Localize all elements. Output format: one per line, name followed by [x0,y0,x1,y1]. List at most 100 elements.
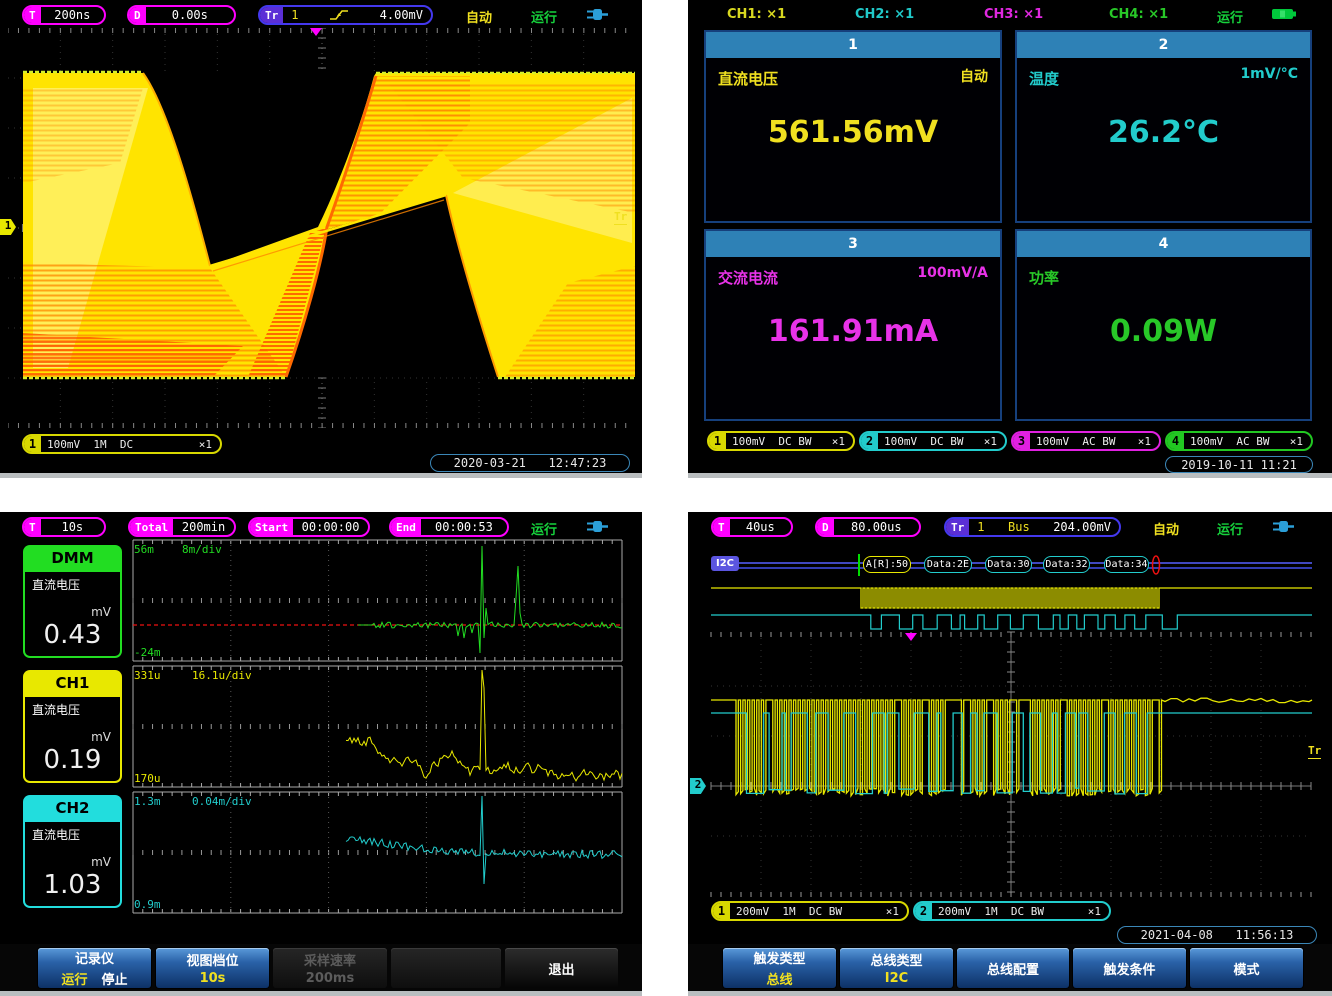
bus-type-badge[interactable]: I2C [711,556,739,571]
strip2-scale-label: 16.1u/div [192,669,252,682]
ch4-probe-status: CH4: ×1 [1109,7,1168,22]
probe-ratio: ×1 [1290,433,1311,449]
softkey-option-run: 运行 [61,973,87,988]
softkey-exit[interactable]: 退出 [505,948,618,988]
run-status: 运行 [531,7,557,26]
card-function-label: 直流电压 [718,68,778,89]
channel-number: 3 [1013,433,1030,449]
ch3-probe-status: CH3: ×1 [984,7,1043,22]
channel-settings: 100mV AC BW [1030,433,1138,449]
sda-digital-trace [711,615,1312,629]
softkey-bar: 触发类型 总线 总线类型 I2C 总线配置 触发条件 模式 [688,944,1332,991]
meas-card-3[interactable]: 3 交流电流 100mV/A 161.91mA [704,229,1002,421]
card-number: 2 [1017,32,1310,58]
delay-badge[interactable]: D 0.00s [127,5,236,25]
source-card-ch1[interactable]: CH1 直流电压 mV 0.19 [23,670,122,785]
strip2-min-label: 170u [134,772,161,785]
softkey-trigger-type[interactable]: 触发类型 总线 [723,948,836,988]
panel-bottom-strip [688,991,1332,996]
card-range-label: 1mV/°C [1240,66,1298,82]
source-name: DMM [23,545,122,572]
softkey-mode[interactable]: 模式 [1190,948,1303,988]
power-plug-icon [585,7,609,22]
card-function-label: 交流电流 [718,267,778,288]
softkey-label: 采样速率 [304,950,356,969]
source-measure-type: 直流电压 [32,826,80,843]
softkey-label: 视图档位 [186,950,238,969]
trigger-level-marker[interactable]: Tr [1308,744,1321,759]
softkey-trigger-condition[interactable]: 触发条件 [1073,948,1186,988]
softkey-recorder[interactable]: 记录仪 运行停止 [38,948,151,988]
timebase-badge[interactable]: T 10s [22,517,106,537]
channel-number: 1 [709,433,726,449]
softkey-value: 10s [200,971,226,986]
trigger-label: Tr [260,7,283,23]
source-measure-type: 直流电压 [32,576,80,593]
total-time-badge[interactable]: Total 200min [128,517,236,537]
decode-frame-data: Data:32 [1043,556,1090,573]
channel1-badge[interactable]: 1 100mV DC BW ×1 [707,431,855,451]
decode-frame-data: Data:30 [985,556,1032,573]
source-value: 1.03 [25,870,120,900]
trigger-position-marker[interactable] [310,28,322,36]
trigger-badge[interactable]: Tr 1 4.00mV [258,5,433,25]
strip1-scale-label: 8m/div [182,543,222,556]
datetime-badge: 2019-10-11 11:21 [1165,456,1313,473]
meas-card-4[interactable]: 4 功率 0.09W [1015,229,1312,421]
power-plug-icon [585,519,609,534]
card-function-label: 功率 [1029,267,1059,288]
softkey-bus-config[interactable]: 总线配置 [957,948,1069,988]
time-text: 12:47:23 [549,456,607,470]
trigger-level: 4.00mV [380,8,423,22]
channel2-badge[interactable]: 2 100mV DC BW ×1 [859,431,1007,451]
softkey-bar: 记录仪 运行停止 视图档位 10s 采样速率 200ms 退出 [0,944,642,991]
softkey-label: 退出 [548,959,574,978]
channel-number: 2 [861,433,878,449]
ch2-probe-status: CH2: ×1 [855,7,914,22]
rising-edge-icon [329,8,349,22]
strip2-max-label: 331u [134,669,161,682]
recorder-chart [128,538,628,928]
timebase-label: T [24,519,41,535]
card-value: 26.2°C [1017,115,1310,150]
channel1-badge[interactable]: 1 200mV 1M DC BW ×1 [711,901,909,921]
total-value: 200min [173,519,234,535]
channel-number: 4 [1167,433,1184,449]
channel3-badge[interactable]: 3 100mV AC BW ×1 [1011,431,1161,451]
card-value: 161.91mA [706,314,1000,349]
scl-digital-trace [711,588,1312,608]
trigger-position-marker[interactable] [905,633,917,641]
channel-settings: 200mV 1M DC BW [932,903,1088,919]
softkey-view-scale[interactable]: 视图档位 10s [156,948,269,988]
start-value: 00:00:00 [293,519,368,535]
channel4-badge[interactable]: 4 100mV AC BW ×1 [1165,431,1313,451]
channel1-badge[interactable]: 1 100mV 1M DC ×1 [22,434,222,454]
timebase-value: 10s [41,519,104,535]
total-label: Total [130,519,173,535]
stop-condition-marker [1153,556,1160,574]
trigger-level-marker[interactable]: Tr [614,210,627,225]
softkey-label: 模式 [1233,959,1259,978]
probe-ratio: ×1 [832,433,853,449]
softkey-value: 总线 [766,969,792,988]
datetime-badge: 2020-03-21 12:47:23 [430,454,630,472]
softkey-label: 触发条件 [1103,959,1155,978]
softkey-value: I2C [885,971,908,986]
channel-settings: 200mV 1M DC BW [730,903,886,919]
end-time-badge[interactable]: End 00:00:53 [389,517,509,537]
start-time-badge[interactable]: Start 00:00:00 [248,517,370,537]
delay-label: D [129,7,146,23]
timebase-badge[interactable]: T 200ns [22,5,106,25]
source-card-ch2[interactable]: CH2 直流电压 mV 1.03 [23,795,122,910]
probe-ratio: ×1 [1138,433,1159,449]
decode-frame-data: Data:2E [924,556,972,573]
channel-number: 2 [915,903,932,919]
probe-ratio: ×1 [199,436,220,452]
channel2-badge[interactable]: 2 200mV 1M DC BW ×1 [913,901,1111,921]
meas-card-2[interactable]: 2 温度 1mV/°C 26.2°C [1015,30,1312,223]
source-card-dmm[interactable]: DMM 直流电压 mV 0.43 [23,545,122,660]
softkey-bus-type[interactable]: 总线类型 I2C [840,948,953,988]
meas-card-1[interactable]: 1 直流电压 自动 561.56mV [704,30,1002,223]
oscilloscope-panel: T 200ns D 0.00s Tr 1 4.00mV 自动 运行 [0,0,642,478]
channel-settings: 100mV 1M DC [41,436,199,452]
